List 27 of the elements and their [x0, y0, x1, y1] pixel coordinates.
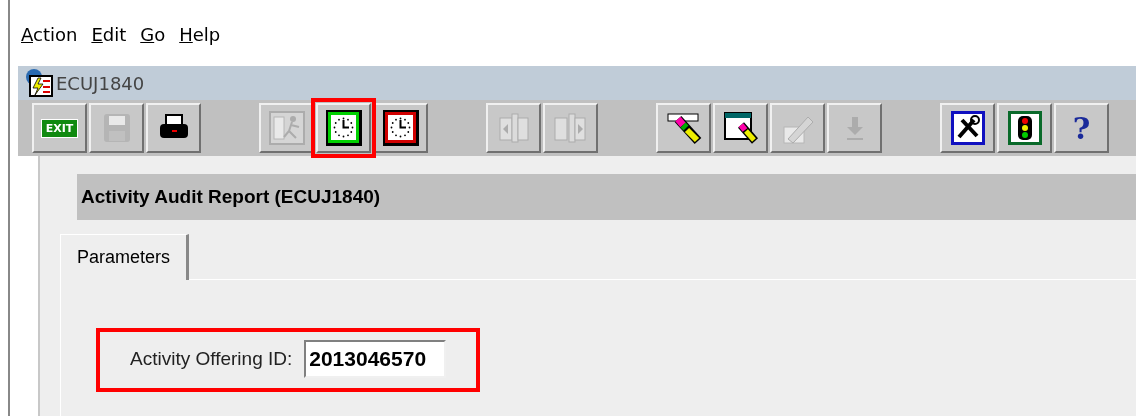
exit-button[interactable]: EXIT	[32, 103, 87, 153]
window-eraser-icon	[722, 111, 759, 145]
eraser-button[interactable]	[656, 103, 711, 153]
tools-button[interactable]	[940, 103, 995, 153]
clock-button[interactable]	[373, 103, 428, 153]
down-arrow-icon	[844, 115, 865, 141]
menu-item[interactable]: Go	[140, 24, 166, 56]
help-button[interactable]: ?	[1054, 103, 1109, 153]
field-label: Activity Offering ID:	[130, 348, 293, 370]
window-title: ECUJ1840	[56, 72, 145, 94]
menu-item[interactable]: Action	[21, 24, 78, 56]
print-button[interactable]	[146, 103, 201, 153]
clock-icon	[381, 109, 420, 147]
input-field[interactable]: 2013046570	[304, 340, 447, 378]
tools-icon	[949, 110, 986, 146]
traffic-light-button[interactable]	[997, 103, 1052, 153]
traffic-light-icon	[1006, 110, 1043, 146]
window-eraser-button[interactable]	[713, 103, 768, 153]
menu-item[interactable]: Edit	[91, 24, 127, 56]
form-heading: Activity Audit Report (ECUJ1840)	[77, 174, 1136, 220]
book-icon	[552, 110, 589, 146]
app-icon	[24, 68, 54, 98]
menu-item[interactable]: Help	[179, 24, 221, 56]
eraser-icon	[665, 111, 702, 145]
tab[interactable]: Parameters	[60, 234, 190, 280]
clock-icon	[324, 109, 363, 147]
running-figure-icon	[268, 111, 305, 145]
